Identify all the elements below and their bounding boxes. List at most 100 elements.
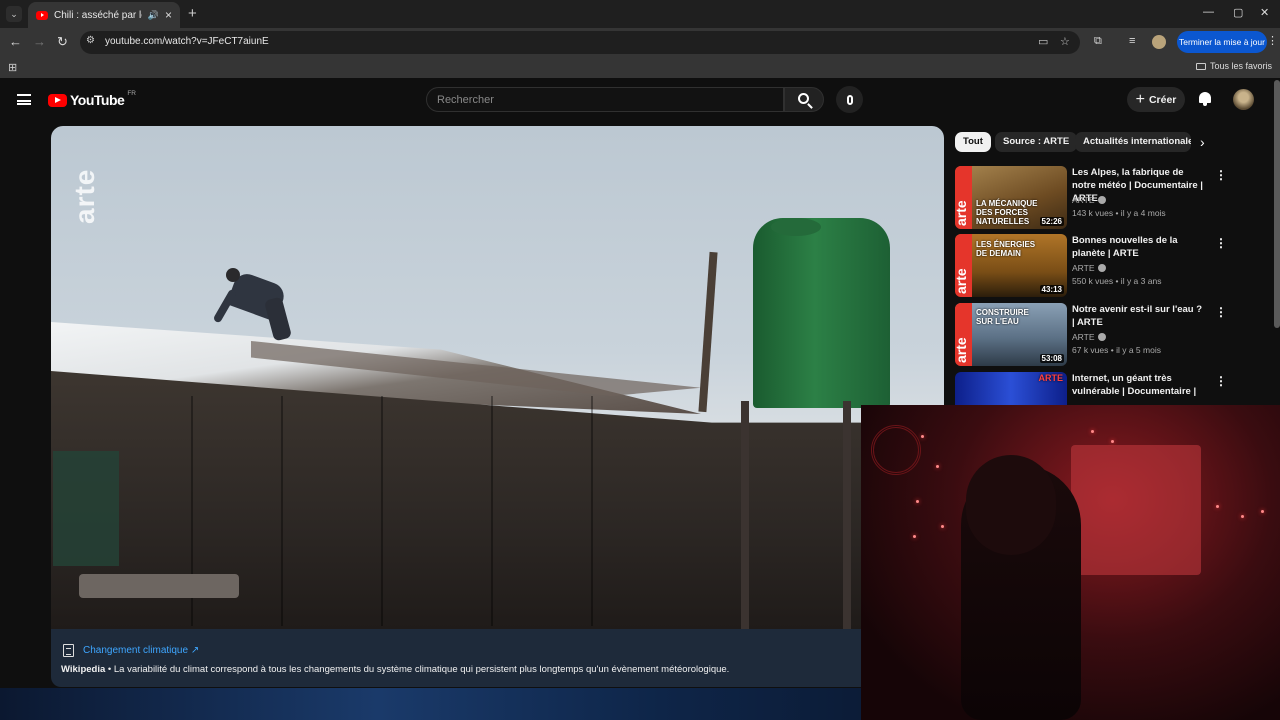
channel-name[interactable]: ARTE [1072, 263, 1106, 273]
plank-scene [381, 396, 383, 626]
fairy-light [916, 500, 919, 503]
close-window-button[interactable]: ✕ [1260, 6, 1269, 19]
worker-leg [263, 296, 293, 342]
cast-icon[interactable]: ▭ [1038, 35, 1048, 48]
fairy-light [1091, 430, 1094, 433]
channel-label: ARTE [1072, 332, 1095, 342]
video-meta: 143 k vues • il y a 4 mois [1072, 208, 1166, 218]
plus-icon: + [1135, 90, 1145, 108]
plank-scene [281, 396, 283, 626]
video-thumbnail[interactable]: arte LES ÉNERGIES DE DEMAIN 43:13 [955, 234, 1067, 297]
youtube-play-icon [48, 93, 67, 107]
voice-search-button[interactable] [836, 86, 863, 113]
notifications-bell-icon[interactable] [1198, 91, 1212, 106]
all-bookmarks-folder[interactable]: Tous les favoris [1195, 61, 1272, 71]
browser-tabstrip: ⌄ Chili : asséché par les data c 🔊 × + —… [0, 0, 1280, 28]
new-tab-button[interactable]: + [188, 5, 197, 22]
chip-actualites[interactable]: Actualités internationales [1075, 132, 1191, 152]
channel-name[interactable]: ARTE [1072, 332, 1106, 342]
youtube-favicon-icon [36, 10, 48, 20]
channel-label: ARTE [1072, 195, 1095, 205]
worker-head [226, 268, 240, 282]
chip-tout[interactable]: Tout [955, 132, 991, 152]
chevron-right-icon[interactable]: › [1200, 134, 1205, 150]
search-button[interactable] [784, 87, 824, 112]
user-avatar[interactable] [1233, 89, 1254, 110]
search-icon [797, 93, 809, 104]
browser-toolbar: ← → ↻ ⚙ youtube.com/watch?v=JFeCT7aiunE … [0, 28, 1280, 56]
more-actions-icon[interactable]: ⋮ [1215, 305, 1227, 319]
bookmarks-bar: ⊞ Tous les favoris [0, 56, 1280, 78]
green-door-scene [53, 451, 119, 566]
info-panel-title-link[interactable]: Changement climatique ↗ [83, 645, 199, 656]
search-input[interactable] [427, 88, 783, 111]
fairy-light [913, 535, 916, 538]
youtube-logo[interactable]: YouTube FR [48, 89, 136, 108]
chip-source-arte[interactable]: Source : ARTE [995, 132, 1078, 152]
video-thumbnail[interactable]: arte [955, 372, 1067, 406]
bookmarks-label: Tous les favoris [1209, 61, 1272, 71]
site-info-icon[interactable]: ⚙ [86, 35, 98, 49]
tab-title: Chili : asséché par les data c [54, 9, 142, 21]
recommendation-title[interactable]: Notre avenir est-il sur l'eau ? | ARTE [1072, 303, 1204, 329]
info-panel-source: Wikipedia [61, 664, 106, 675]
maximize-button[interactable]: ▢ [1233, 6, 1243, 19]
browser-tab-active[interactable]: Chili : asséché par les data c 🔊 × [28, 2, 180, 28]
duration-badge: 43:13 [1039, 285, 1064, 294]
channel-label: ARTE [1072, 263, 1095, 273]
recommendation-item[interactable]: arte Internet, un géant très vulnérable … [955, 372, 1275, 406]
arte-thumb-strip: arte [955, 166, 972, 229]
update-button[interactable]: Terminer la mise à jour [1177, 31, 1267, 53]
address-bar[interactable]: ⚙ youtube.com/watch?v=JFeCT7aiunE ▭ ☆ [80, 31, 1080, 54]
roof-worker-figure [212, 268, 301, 353]
arte-thumb-logo: arte [955, 337, 969, 363]
water-tank-lid-scene [771, 218, 821, 236]
video-thumbnail[interactable]: arte LA MÉCANIQUE DES FORCES NATURELLES … [955, 166, 1067, 229]
pole-scene [698, 251, 718, 413]
bookmark-star-icon[interactable]: ☆ [1060, 35, 1070, 48]
speaker-icon[interactable]: 🔊 [148, 10, 159, 21]
recommendation-item[interactable]: arte CONSTRUIRE SUR L'EAU 53:08 Notre av… [955, 303, 1275, 367]
apps-grid-icon[interactable]: ⊞ [8, 61, 17, 74]
more-actions-icon[interactable]: ⋮ [1215, 168, 1227, 182]
verified-icon [1097, 264, 1106, 272]
tab-search-button[interactable]: ⌄ [6, 6, 22, 22]
extensions-icon[interactable]: ⧉ [1094, 35, 1102, 48]
create-button[interactable]: + Créer [1127, 87, 1185, 112]
browser-profile-avatar[interactable] [1152, 35, 1166, 49]
youtube-wordmark: YouTube [70, 92, 125, 108]
forward-arrow-icon[interactable]: → [33, 34, 46, 49]
document-icon [63, 644, 74, 657]
recommendation-title[interactable]: Bonnes nouvelles de la planète | ARTE [1072, 234, 1204, 260]
fairy-light [1111, 440, 1114, 443]
country-code: FR [127, 89, 136, 97]
video-player[interactable]: arte [51, 126, 944, 629]
duration-badge: 53:08 [1039, 354, 1064, 363]
background-screen-glow [1071, 445, 1201, 575]
info-panel-description: Wikipedia • La variabilité du climat cor… [61, 664, 729, 675]
more-actions-icon[interactable]: ⋮ [1215, 236, 1227, 250]
more-actions-icon[interactable]: ⋮ [1215, 374, 1227, 388]
tab-close-icon[interactable]: × [165, 8, 172, 22]
arte-thumb-logo: arte [955, 200, 969, 226]
search-box[interactable] [426, 87, 784, 112]
reload-icon[interactable]: ↻ [57, 34, 68, 50]
arte-watermark: arte [69, 168, 100, 224]
minimize-button[interactable]: — [1203, 6, 1214, 18]
video-thumbnail[interactable]: arte CONSTRUIRE SUR L'EAU 53:08 [955, 303, 1067, 366]
plank-scene [591, 396, 593, 626]
page-scrollbar[interactable] [1274, 80, 1280, 328]
channel-name[interactable]: ARTE [1072, 195, 1106, 205]
recommendation-item[interactable]: arte LES ÉNERGIES DE DEMAIN 43:13 Bonnes… [955, 234, 1275, 298]
microphone-icon [846, 94, 853, 105]
url-text: youtube.com/watch?v=JFeCT7aiunE [105, 36, 269, 47]
folder-icon [1195, 63, 1206, 71]
menu-hamburger-icon[interactable] [17, 94, 31, 105]
recommendation-item[interactable]: arte LA MÉCANIQUE DES FORCES NATURELLES … [955, 166, 1275, 230]
browser-menu-icon[interactable]: ⋮ [1267, 34, 1278, 47]
create-label: Créer [1148, 93, 1177, 106]
info-panel[interactable]: Changement climatique ↗ Wikipedia • La v… [51, 629, 944, 687]
back-arrow-icon[interactable]: ← [9, 34, 22, 49]
reading-list-icon[interactable]: ≡ [1129, 35, 1135, 47]
recommendation-title[interactable]: Internet, un géant très vulnérable | Doc… [1072, 372, 1204, 406]
